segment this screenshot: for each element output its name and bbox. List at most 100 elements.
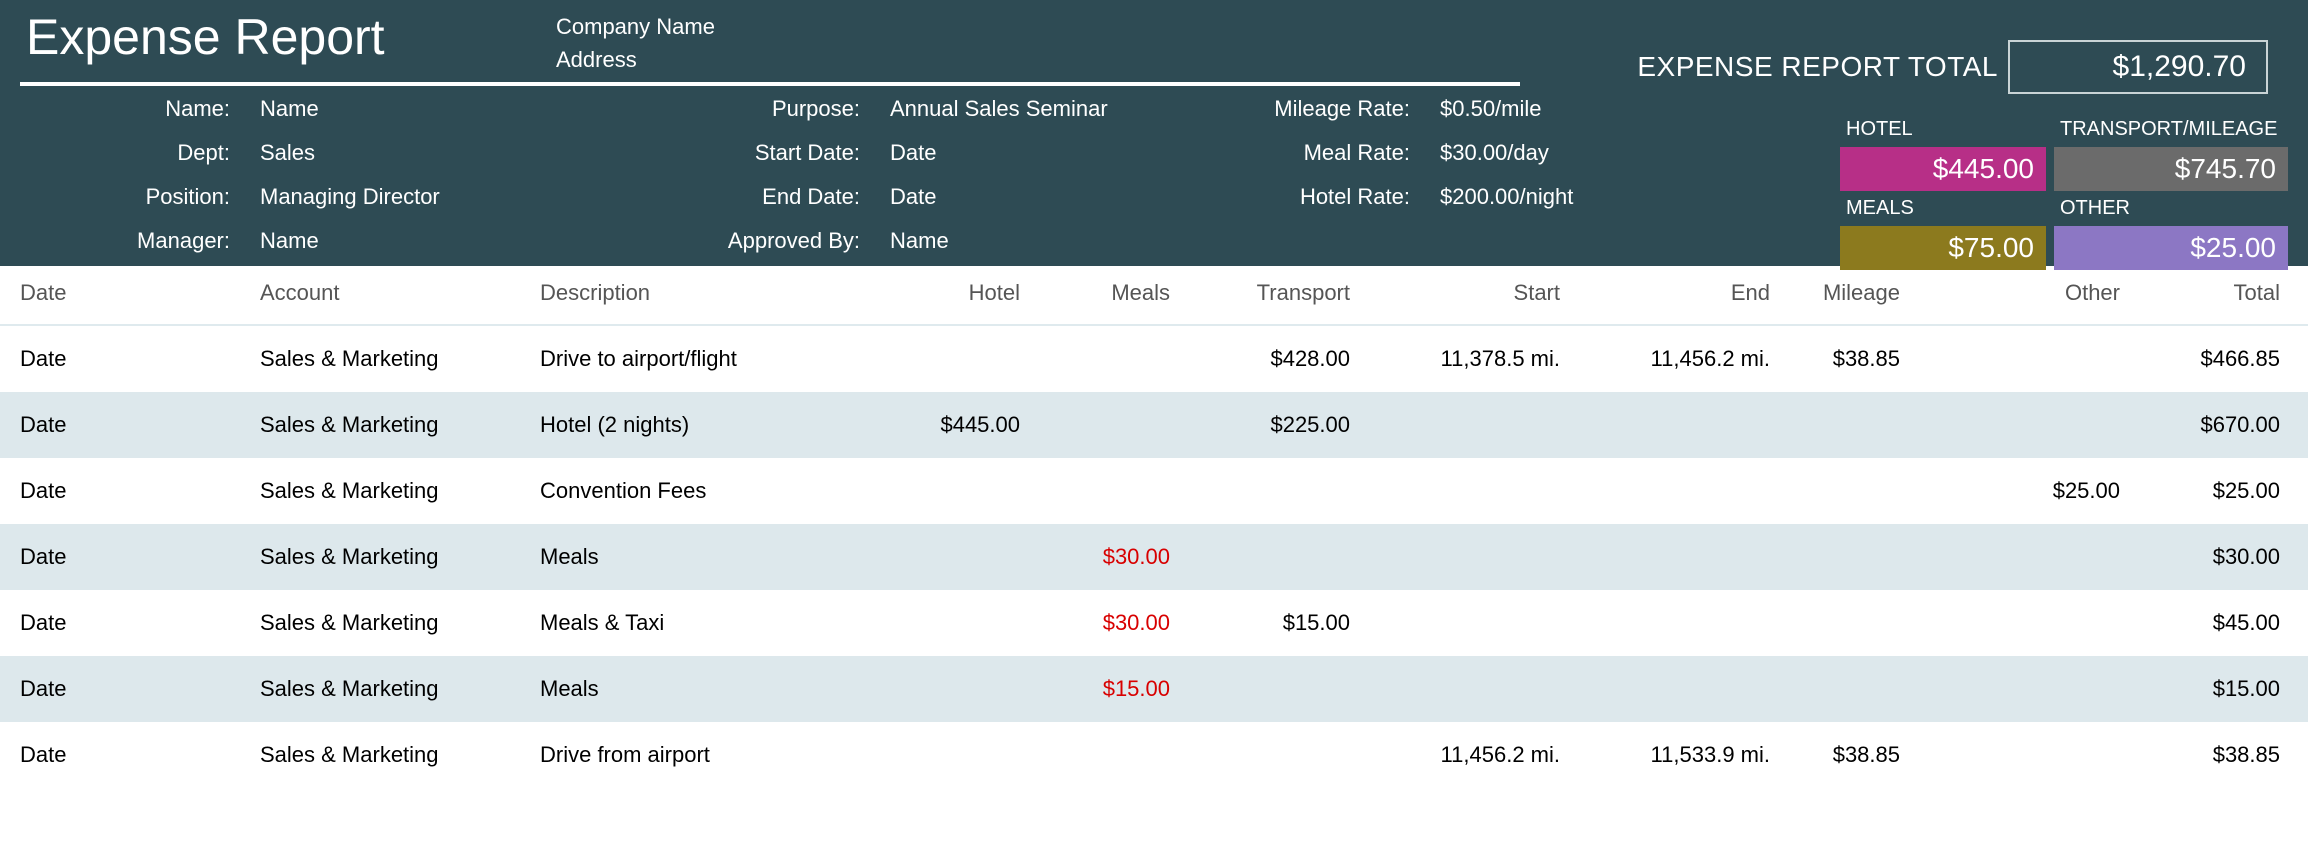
cell-meals: $30.00 (1030, 524, 1180, 590)
grand-total-label: EXPENSE REPORT TOTAL (1637, 51, 1998, 83)
hotel-rate-value: $200.00/night (1440, 184, 1700, 210)
col-hotel: Hotel (870, 266, 1030, 325)
cell-other (1910, 392, 2130, 458)
cell-mileage (1780, 590, 1910, 656)
col-date: Date (0, 266, 250, 325)
col-other: Other (1910, 266, 2130, 325)
cell-transport (1180, 458, 1360, 524)
cell-transport (1180, 656, 1360, 722)
cell-total: $15.00 (2130, 656, 2308, 722)
col-account: Account (250, 266, 530, 325)
table-row: DateSales & MarketingMeals$30.00$30.00 (0, 524, 2308, 590)
cell-mileage: $38.85 (1780, 722, 1910, 788)
cell-description: Meals (530, 656, 870, 722)
cell-mileage: $38.85 (1780, 325, 1910, 392)
cell-hotel (870, 722, 1030, 788)
enddate-value: Date (890, 184, 1160, 210)
cell-total: $466.85 (2130, 325, 2308, 392)
name-label: Name: (20, 96, 230, 122)
cell-end (1570, 458, 1780, 524)
report-title: Expense Report (26, 8, 556, 66)
cell-date: Date (0, 392, 250, 458)
approved-value: Name (890, 228, 1160, 254)
cell-start: 11,378.5 mi. (1360, 325, 1570, 392)
cell-mileage (1780, 656, 1910, 722)
table-row: DateSales & MarketingDrive to airport/fl… (0, 325, 2308, 392)
cell-description: Convention Fees (530, 458, 870, 524)
cell-mileage (1780, 392, 1910, 458)
transport-tile-value: $745.70 (2054, 147, 2288, 191)
cell-meals (1030, 458, 1180, 524)
cell-description: Drive from airport (530, 722, 870, 788)
purpose-label: Purpose: (560, 96, 860, 122)
cell-end: 11,533.9 mi. (1570, 722, 1780, 788)
table-row: DateSales & MarketingMeals & Taxi$30.00$… (0, 590, 2308, 656)
cell-description: Drive to airport/flight (530, 325, 870, 392)
table-row: DateSales & MarketingMeals$15.00$15.00 (0, 656, 2308, 722)
company-address: Address (556, 43, 715, 76)
manager-label: Manager: (20, 228, 230, 254)
cell-hotel (870, 325, 1030, 392)
grand-total: EXPENSE REPORT TOTAL $1,290.70 (1637, 40, 2268, 94)
cell-start (1360, 524, 1570, 590)
cell-meals: $30.00 (1030, 590, 1180, 656)
summary-tiles: HOTEL TRANSPORT/MILEAGE $445.00 $745.70 … (1840, 118, 2288, 270)
cell-account: Sales & Marketing (250, 325, 530, 392)
cell-date: Date (0, 722, 250, 788)
col-description: Description (530, 266, 870, 325)
mileage-rate-label: Mileage Rate: (1160, 96, 1410, 122)
table-row: DateSales & MarketingConvention Fees$25.… (0, 458, 2308, 524)
mileage-rate-value: $0.50/mile (1440, 96, 1700, 122)
col-mileage: Mileage (1780, 266, 1910, 325)
col-end: End (1570, 266, 1780, 325)
cell-end (1570, 590, 1780, 656)
cell-total: $25.00 (2130, 458, 2308, 524)
manager-value: Name (260, 228, 560, 254)
meal-rate-value: $30.00/day (1440, 140, 1700, 166)
cell-meals (1030, 325, 1180, 392)
company-block: Company Name Address (556, 10, 715, 76)
cell-start (1360, 458, 1570, 524)
cell-transport (1180, 722, 1360, 788)
meals-tile-value: $75.00 (1840, 226, 2046, 270)
hotel-tile-value: $445.00 (1840, 147, 2046, 191)
cell-total: $45.00 (2130, 590, 2308, 656)
table-row: DateSales & MarketingHotel (2 nights)$44… (0, 392, 2308, 458)
startdate-label: Start Date: (560, 140, 860, 166)
approved-label: Approved By: (560, 228, 860, 254)
hotel-rate-label: Hotel Rate: (1160, 184, 1410, 210)
grand-total-value: $1,290.70 (2008, 40, 2268, 94)
other-tile-label: OTHER (2054, 197, 2288, 220)
cell-end (1570, 392, 1780, 458)
cell-end (1570, 524, 1780, 590)
report-header: Expense Report Company Name Address EXPE… (0, 0, 2308, 266)
meal-rate-label: Meal Rate: (1160, 140, 1410, 166)
purpose-value: Annual Sales Seminar (890, 96, 1160, 122)
cell-meals (1030, 722, 1180, 788)
cell-description: Hotel (2 nights) (530, 392, 870, 458)
cell-other (1910, 722, 2130, 788)
expense-table: Date Account Description Hotel Meals Tra… (0, 266, 2308, 788)
cell-hotel (870, 524, 1030, 590)
cell-other: $25.00 (1910, 458, 2130, 524)
cell-account: Sales & Marketing (250, 392, 530, 458)
cell-start (1360, 392, 1570, 458)
cell-date: Date (0, 325, 250, 392)
cell-date: Date (0, 524, 250, 590)
col-transport: Transport (1180, 266, 1360, 325)
cell-other (1910, 524, 2130, 590)
cell-start (1360, 656, 1570, 722)
cell-start: 11,456.2 mi. (1360, 722, 1570, 788)
cell-start (1360, 590, 1570, 656)
divider (20, 82, 1520, 86)
name-value: Name (260, 96, 560, 122)
dept-value: Sales (260, 140, 560, 166)
cell-mileage (1780, 524, 1910, 590)
company-name: Company Name (556, 10, 715, 43)
cell-description: Meals & Taxi (530, 590, 870, 656)
cell-meals (1030, 392, 1180, 458)
cell-transport: $15.00 (1180, 590, 1360, 656)
cell-account: Sales & Marketing (250, 722, 530, 788)
cell-description: Meals (530, 524, 870, 590)
cell-other (1910, 656, 2130, 722)
